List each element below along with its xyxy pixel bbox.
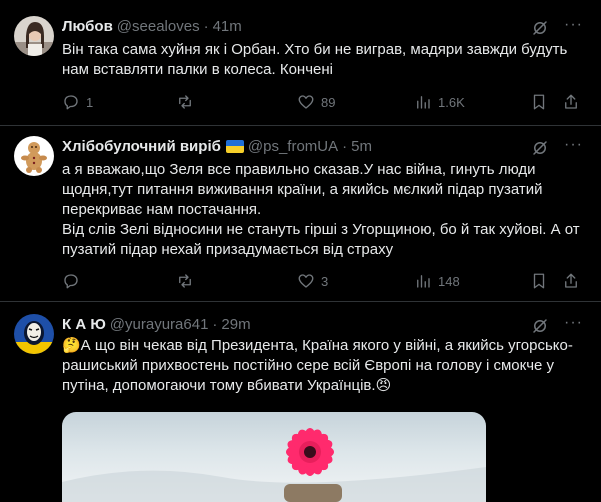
repost-icon bbox=[179, 95, 191, 109]
tweet[interactable]: К А Ю @yurayura641 · 29m ··· 🤔А що він ч… bbox=[0, 302, 601, 502]
user-handle[interactable]: @yurayura641 bbox=[110, 316, 209, 333]
tweet[interactable]: Любов @seealoves · 41m ··· Він така сама… bbox=[0, 0, 601, 125]
flower-photo bbox=[62, 428, 486, 502]
heart-icon bbox=[298, 95, 314, 109]
repost-icon bbox=[179, 274, 191, 288]
avatar[interactable] bbox=[14, 16, 54, 56]
reply-count: 1 bbox=[86, 94, 94, 110]
share-icon bbox=[565, 273, 577, 288]
avatar[interactable] bbox=[14, 314, 54, 354]
tweet-media-image[interactable] bbox=[62, 412, 486, 502]
tweet-header: Любов @seealoves · 41m bbox=[62, 16, 601, 36]
tweet-header: Хлібобулочний виріб @ps_fromUA · 5m bbox=[62, 136, 601, 156]
tweet-text: Він така сама хуйня як і Орбан. Хто би н… bbox=[62, 41, 568, 78]
view-count: 148 bbox=[438, 273, 460, 289]
bookmark-icon bbox=[533, 273, 545, 289]
share-icon bbox=[565, 94, 577, 109]
tweet-header: К А Ю @yurayura641 · 29m bbox=[62, 314, 601, 334]
bookmark-button[interactable] bbox=[530, 92, 548, 112]
separator-dot: · bbox=[342, 137, 348, 155]
bookmark-icon bbox=[533, 94, 545, 110]
views-button[interactable]: 1.6K bbox=[414, 92, 465, 112]
timestamp[interactable]: 29m bbox=[221, 316, 250, 333]
avatar[interactable] bbox=[14, 136, 54, 176]
share-button[interactable] bbox=[562, 271, 580, 291]
tweet[interactable]: Хлібобулочний виріб @ps_fromUA · 5m ··· … bbox=[0, 126, 601, 301]
like-count: 89 bbox=[321, 94, 336, 110]
reply-icon bbox=[64, 95, 78, 110]
share-button[interactable] bbox=[562, 92, 580, 112]
grok-icon[interactable] bbox=[531, 317, 549, 335]
reply-button[interactable] bbox=[62, 271, 86, 291]
grok-icon[interactable] bbox=[531, 19, 549, 37]
repost-button[interactable] bbox=[176, 92, 200, 112]
timestamp[interactable]: 5m bbox=[351, 138, 372, 155]
like-button[interactable]: 89 bbox=[297, 92, 335, 112]
display-name[interactable]: Любов bbox=[62, 18, 113, 35]
views-chart-icon bbox=[417, 275, 430, 288]
grok-icon[interactable] bbox=[531, 139, 549, 157]
timestamp[interactable]: 41m bbox=[213, 18, 242, 35]
like-button[interactable]: 3 bbox=[297, 271, 328, 291]
reply-button[interactable]: 1 bbox=[62, 92, 93, 112]
user-handle[interactable]: @ps_fromUA bbox=[248, 138, 338, 155]
heart-icon bbox=[298, 274, 314, 288]
bookmark-button[interactable] bbox=[530, 271, 548, 291]
display-name[interactable]: К А Ю bbox=[62, 316, 106, 333]
display-name[interactable]: Хлібобулочний виріб bbox=[62, 138, 221, 155]
tweet-text: а я вважаю,що Зеля все правильно сказав.… bbox=[62, 161, 580, 258]
separator-dot: · bbox=[212, 315, 218, 333]
ukraine-flag-icon bbox=[225, 139, 244, 153]
more-options-icon[interactable]: ··· bbox=[564, 16, 583, 34]
user-handle[interactable]: @seealoves bbox=[117, 18, 200, 35]
action-bar: 1 89 1.6K bbox=[62, 92, 587, 112]
more-options-icon[interactable]: ··· bbox=[564, 314, 583, 332]
reply-icon bbox=[64, 274, 78, 289]
tweet-text: 🤔А що він чекав від Президента, Країна я… bbox=[62, 337, 573, 394]
view-count: 1.6K bbox=[438, 94, 465, 110]
views-chart-icon bbox=[417, 96, 430, 109]
separator-dot: · bbox=[203, 17, 209, 35]
more-options-icon[interactable]: ··· bbox=[564, 136, 583, 154]
like-count: 3 bbox=[321, 273, 329, 289]
action-bar: 3 148 bbox=[62, 271, 587, 291]
views-button[interactable]: 148 bbox=[414, 271, 460, 291]
repost-button[interactable] bbox=[176, 271, 200, 291]
